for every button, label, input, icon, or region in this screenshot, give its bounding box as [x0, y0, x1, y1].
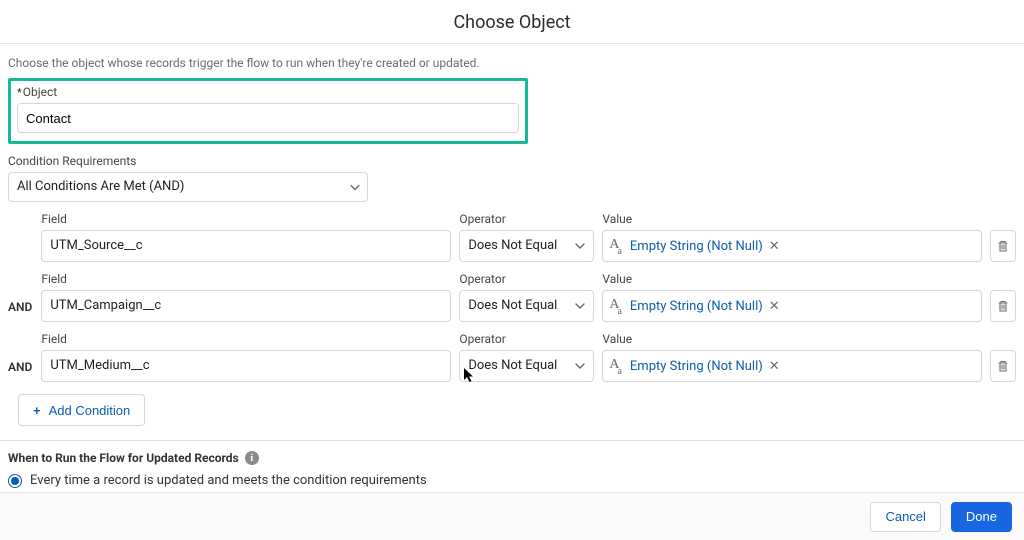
- value-input[interactable]: Aa Empty String (Not Null) ✕: [602, 350, 982, 382]
- section-divider: [0, 440, 1024, 441]
- remove-value-icon[interactable]: ✕: [769, 239, 780, 254]
- delete-condition-button[interactable]: [990, 350, 1016, 382]
- field-label: Field: [41, 332, 451, 346]
- when-run-option[interactable]: Every time a record is updated and meets…: [8, 471, 1016, 490]
- value-pill: Empty String (Not Null) ✕: [630, 359, 780, 374]
- condition-prefix: [8, 254, 33, 262]
- value-text: Empty String (Not Null): [630, 299, 763, 314]
- operator-value: Does Not Equal: [468, 298, 557, 313]
- value-pill: Empty String (Not Null) ✕: [630, 299, 780, 314]
- value-column: Value Aa Empty String (Not Null) ✕: [602, 212, 982, 262]
- condition-row: AND Field UTM_Campaign__c Operator Does Not …: [8, 272, 1016, 322]
- field-label: Field: [41, 212, 451, 226]
- object-input[interactable]: [17, 103, 519, 133]
- value-text: Empty String (Not Null): [630, 359, 763, 374]
- field-column: Field UTM_Medium__c: [41, 332, 451, 382]
- footer: Cancel Done: [0, 492, 1024, 540]
- operator-value: Does Not Equal: [468, 358, 557, 373]
- cancel-button[interactable]: Cancel: [870, 502, 940, 532]
- condition-requirements-value: All Conditions Are Met (AND): [8, 172, 368, 202]
- info-icon[interactable]: i: [245, 451, 259, 465]
- value-label: Value: [602, 332, 982, 346]
- when-run-heading: When to Run the Flow for Updated Records…: [0, 451, 1024, 465]
- condition-prefix: AND: [8, 300, 33, 322]
- when-run-heading-text: When to Run the Flow for Updated Records: [8, 451, 239, 465]
- field-label: Field: [41, 272, 451, 286]
- condition-prefix: AND: [8, 360, 33, 382]
- operator-select[interactable]: Does Not Equal: [459, 230, 594, 262]
- field-column: Field UTM_Campaign__c: [41, 272, 451, 322]
- operator-select[interactable]: Does Not Equal: [459, 290, 594, 322]
- operator-column: Operator Does Not Equal: [459, 212, 594, 262]
- object-field-highlight: Object: [8, 78, 528, 144]
- remove-value-icon[interactable]: ✕: [769, 359, 780, 374]
- operator-value: Does Not Equal: [468, 238, 557, 253]
- value-label: Value: [602, 272, 982, 286]
- operator-label: Operator: [459, 272, 594, 286]
- operator-select[interactable]: Does Not Equal: [459, 350, 594, 382]
- condition-row: Field UTM_Source__c Operator Does Not Equal…: [8, 212, 1016, 262]
- object-label: Object: [17, 85, 519, 99]
- helper-text: Choose the object whose records trigger …: [8, 54, 1016, 78]
- operator-column: Operator Does Not Equal: [459, 272, 594, 322]
- value-pill: Empty String (Not Null) ✕: [630, 239, 780, 254]
- field-column: Field UTM_Source__c: [41, 212, 451, 262]
- condition-rows: Field UTM_Source__c Operator Does Not Equal…: [8, 212, 1016, 382]
- plus-icon: +: [33, 403, 41, 418]
- text-type-icon: Aa: [609, 358, 624, 375]
- text-type-icon: Aa: [609, 298, 624, 315]
- value-label: Value: [602, 212, 982, 226]
- field-input[interactable]: UTM_Campaign__c: [41, 290, 451, 322]
- add-condition-label: Add Condition: [49, 403, 131, 418]
- condition-requirements-label: Condition Requirements: [8, 154, 1016, 168]
- value-input[interactable]: Aa Empty String (Not Null) ✕: [602, 290, 982, 322]
- value-text: Empty String (Not Null): [630, 239, 763, 254]
- text-type-icon: Aa: [609, 238, 624, 255]
- radio-icon: [8, 474, 22, 488]
- delete-condition-button[interactable]: [990, 290, 1016, 322]
- value-input[interactable]: Aa Empty String (Not Null) ✕: [602, 230, 982, 262]
- delete-condition-button[interactable]: [990, 230, 1016, 262]
- done-button[interactable]: Done: [951, 502, 1012, 532]
- value-column: Value Aa Empty String (Not Null) ✕: [602, 272, 982, 322]
- page-title: Choose Object: [0, 0, 1024, 43]
- field-input[interactable]: UTM_Medium__c: [41, 350, 451, 382]
- operator-label: Operator: [459, 332, 594, 346]
- remove-value-icon[interactable]: ✕: [769, 299, 780, 314]
- when-run-option-label: Every time a record is updated and meets…: [30, 473, 427, 488]
- add-condition-button[interactable]: + Add Condition: [18, 394, 145, 426]
- operator-column: Operator Does Not Equal: [459, 332, 594, 382]
- operator-label: Operator: [459, 212, 594, 226]
- field-input[interactable]: UTM_Source__c: [41, 230, 451, 262]
- condition-requirements-select[interactable]: All Conditions Are Met (AND): [8, 172, 368, 202]
- value-column: Value Aa Empty String (Not Null) ✕: [602, 332, 982, 382]
- condition-row: AND Field UTM_Medium__c Operator Does Not Eq…: [8, 332, 1016, 382]
